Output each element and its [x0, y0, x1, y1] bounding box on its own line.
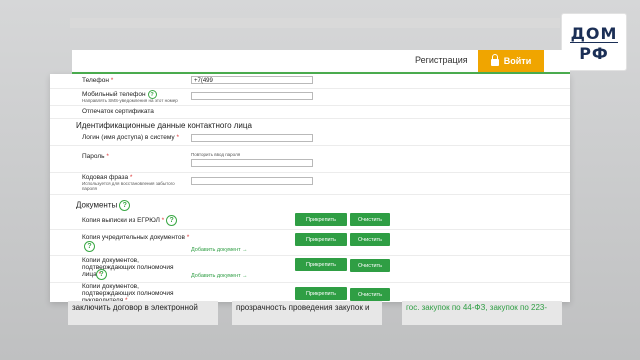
login-label: Логин (имя доступа) в систему *: [82, 134, 179, 141]
help-icon[interactable]: ?: [166, 215, 178, 226]
attach-button[interactable]: Прикрепить: [295, 258, 347, 271]
code-phrase-hint: Используется для восстановления забытого…: [82, 181, 175, 191]
cert-row: Отпечаток сертификата: [50, 105, 570, 119]
background-page-footer: заключить договор в электронной прозрачн…: [68, 301, 568, 325]
mobile-input[interactable]: [191, 92, 313, 100]
password-label: Пароль *: [82, 153, 109, 160]
cert-label: Отпечаток сертификата: [82, 108, 154, 115]
add-document-link[interactable]: Добавить документ →: [191, 247, 248, 253]
clear-button[interactable]: Очистить: [350, 213, 390, 226]
code-phrase-input[interactable]: [191, 177, 313, 185]
mobile-row: Мобильный телефон? Направлять SMS-уведом…: [50, 88, 570, 106]
contact-section-title: Идентификационные данные контактного лиц…: [76, 121, 252, 130]
password-input[interactable]: [191, 159, 313, 167]
password-repeat-hint: Повторить ввод пароля: [191, 152, 241, 157]
clear-button[interactable]: Очистить: [350, 259, 390, 272]
top-navigation: Регистрация Войти: [72, 50, 570, 74]
lock-icon: [490, 53, 499, 66]
doc-label: Копия учредительных документов *: [82, 234, 190, 241]
clear-button[interactable]: Очистить: [350, 288, 390, 301]
attach-button[interactable]: Прикрепить: [295, 213, 347, 226]
dom-rf-logo: ДОМ РФ: [562, 14, 626, 70]
phone-label: Телефон *: [82, 77, 114, 84]
doc-label: Копия выписки из ЕГРЮЛ *?: [82, 215, 178, 226]
logo-line-1: ДОМ: [570, 24, 618, 43]
login-row: Логин (имя доступа) в систему *: [50, 132, 570, 146]
register-link[interactable]: Регистрация: [415, 55, 468, 65]
login-input[interactable]: [191, 134, 313, 142]
code-phrase-label: Кодовая фраза *: [82, 174, 133, 181]
mobile-hint: Направлять SMS-уведомления на этот номер: [82, 98, 178, 103]
help-icon[interactable]: ?: [96, 269, 107, 280]
footer-col-3: гос. закупок по 44-ФЗ, закупок по 223-: [402, 301, 562, 325]
doc-row-egrul: Копия выписки из ЕГРЮЛ *? Прикрепить Очи…: [50, 210, 570, 230]
doc-row-charter: Копия учредительных документов * ? Прикр…: [50, 229, 570, 256]
doc-row-authority: Копии документов, подтверждающих полномо…: [50, 255, 570, 283]
logo-divider: [570, 42, 618, 43]
login-button[interactable]: Войти: [478, 50, 544, 72]
footer-col-2: прозрачность проведения закупок и: [232, 301, 382, 325]
phone-input[interactable]: +7(499: [191, 76, 313, 84]
add-document-link[interactable]: Добавить документ →: [191, 273, 248, 279]
clear-button[interactable]: Очистить: [350, 233, 390, 246]
phone-row: Телефон * +7(499: [50, 74, 570, 89]
help-icon[interactable]: ?: [84, 241, 95, 252]
logo-line-2: РФ: [579, 44, 609, 63]
code-phrase-row: Кодовая фраза * Используется для восстан…: [50, 172, 570, 195]
password-row: Пароль * Повторить ввод пароля: [50, 145, 570, 173]
registration-form: Телефон * +7(499 Мобильный телефон? Напр…: [50, 74, 570, 304]
background-strip: [70, 18, 560, 28]
attach-button[interactable]: Прикрепить: [295, 287, 347, 300]
login-button-label: Войти: [503, 56, 532, 66]
attach-button[interactable]: Прикрепить: [295, 233, 347, 246]
footer-col-1: заключить договор в электронной: [68, 301, 218, 325]
doc-row-director: Копии документов, подтверждающих полномо…: [50, 282, 570, 304]
